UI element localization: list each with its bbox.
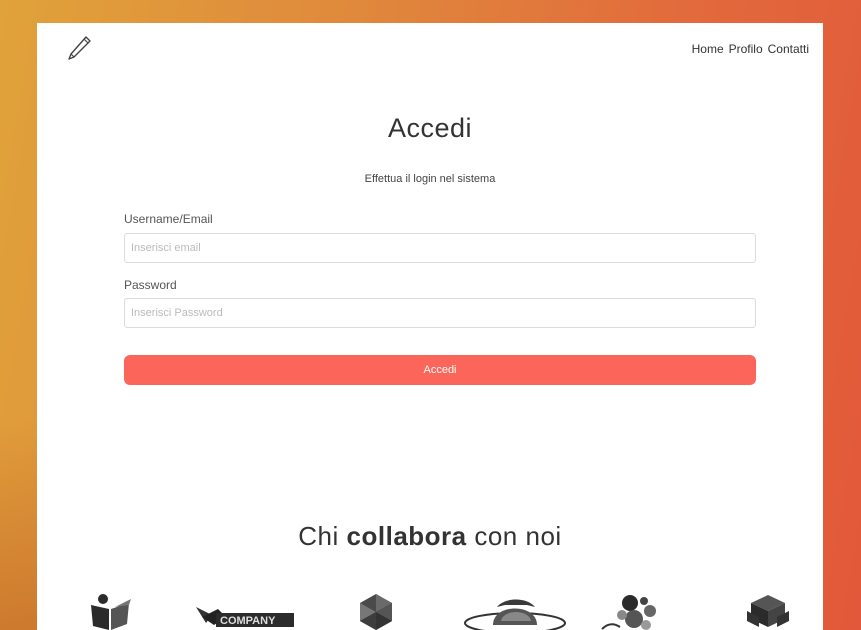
- nav-home-link[interactable]: Home: [692, 42, 724, 56]
- partners-title-bold: collabora: [346, 521, 467, 551]
- molecule-icon: [601, 595, 656, 630]
- background-shade: [0, 420, 40, 630]
- nav-contatti-link[interactable]: Contatti: [768, 42, 809, 56]
- login-button[interactable]: Accedi: [124, 355, 756, 385]
- partners-title-suffix: con noi: [466, 521, 562, 551]
- main-card: Home Profilo Contatti Accedi Effettua il…: [37, 23, 823, 630]
- partners-title-prefix: Chi: [298, 521, 347, 551]
- open-book-icon: [91, 594, 131, 630]
- partner-logos: COMPANY: [37, 593, 823, 630]
- company-logo-text: COMPANY: [220, 615, 276, 627]
- password-input[interactable]: [124, 298, 756, 328]
- geometric-sphere-icon: [360, 594, 392, 630]
- username-label: Username/Email: [124, 212, 213, 226]
- password-label: Password: [124, 278, 177, 292]
- username-input[interactable]: [124, 233, 756, 263]
- nav-profilo-link[interactable]: Profilo: [729, 42, 763, 56]
- page-title: Accedi: [387, 113, 473, 143]
- stacked-cubes-icon: [747, 595, 789, 627]
- top-nav: Home Profilo Contatti: [692, 42, 809, 56]
- partners-title: Chi collabora con noi: [37, 521, 823, 552]
- rocket-company-logo: COMPANY: [196, 607, 294, 627]
- pencil-icon[interactable]: [67, 35, 91, 63]
- spaceman-helmet-icon: [464, 599, 566, 630]
- page-subtitle: Effettua il login nel sistema: [364, 173, 496, 185]
